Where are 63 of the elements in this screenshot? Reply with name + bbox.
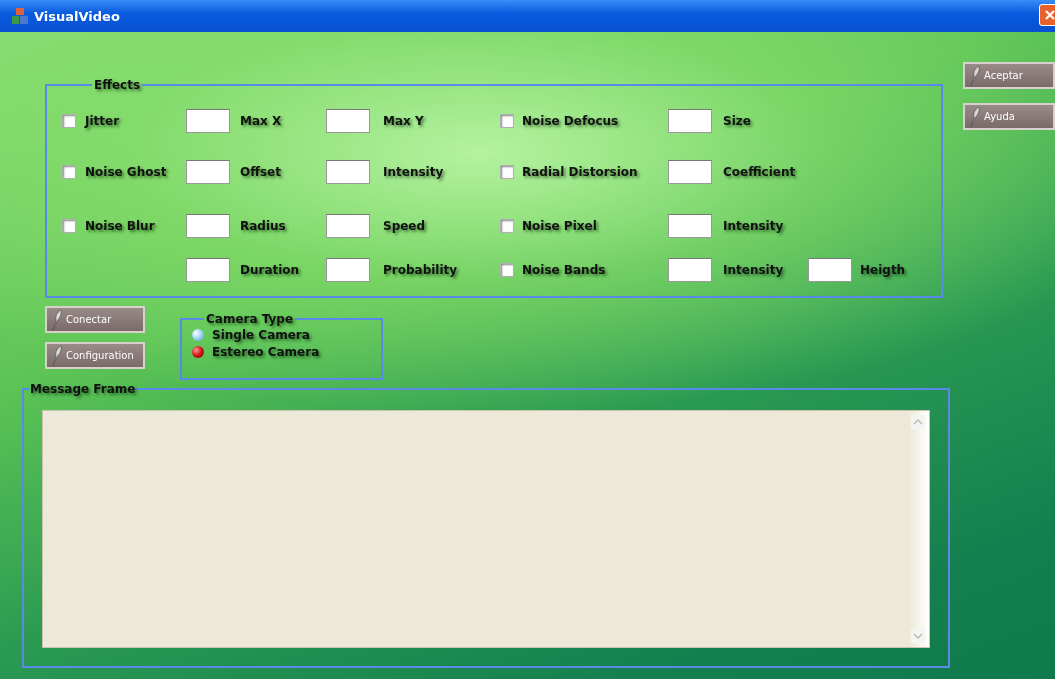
- parameter-label: Coefficient: [723, 165, 797, 179]
- parameter-label: Max Y: [383, 114, 425, 128]
- feather-icon: [969, 106, 981, 127]
- scroll-up-icon[interactable]: [911, 415, 925, 429]
- input-field[interactable]: [326, 160, 370, 184]
- input-field[interactable]: [186, 258, 230, 282]
- close-icon[interactable]: [1044, 9, 1055, 21]
- parameter-label: Heigth: [860, 263, 907, 277]
- scrollbar[interactable]: [909, 411, 929, 647]
- input-field[interactable]: [186, 160, 230, 184]
- input-field[interactable]: [668, 160, 712, 184]
- parameter-label: Probability: [383, 263, 459, 277]
- effect-label: Noise Defocus: [522, 114, 620, 128]
- checkbox[interactable]: [500, 263, 514, 277]
- parameter-label: Intensity: [383, 165, 445, 179]
- feather-icon: [51, 309, 63, 330]
- group-title: Effects: [93, 78, 142, 92]
- effect-label: Noise Blur: [85, 219, 156, 233]
- radio-label: Single Camera: [212, 327, 310, 342]
- action-button[interactable]: Conectar: [45, 306, 145, 333]
- input-field[interactable]: [668, 258, 712, 282]
- parameter-label: Offset: [240, 165, 282, 179]
- checkbox[interactable]: [62, 114, 76, 128]
- input-field[interactable]: [186, 109, 230, 133]
- checkbox[interactable]: [62, 219, 76, 233]
- input-field[interactable]: [668, 109, 712, 133]
- checkbox[interactable]: [500, 114, 514, 128]
- effect-label: Noise Bands: [522, 263, 607, 277]
- window-title: VisualVideo: [34, 8, 120, 24]
- scroll-down-icon[interactable]: [911, 629, 925, 643]
- parameter-label: Speed: [383, 219, 427, 233]
- feather-icon: [969, 65, 981, 86]
- radio-button[interactable]: [192, 345, 204, 358]
- effect-label: Radial Distorsion: [522, 165, 639, 179]
- input-field[interactable]: [326, 258, 370, 282]
- input-field[interactable]: [668, 214, 712, 238]
- parameter-label: Intensity: [723, 263, 785, 277]
- close-button[interactable]: [1039, 4, 1055, 26]
- parameter-label: Max X: [240, 114, 283, 128]
- action-button[interactable]: Configuration: [45, 342, 145, 369]
- message-field[interactable]: [42, 410, 930, 648]
- feather-icon: [51, 345, 63, 366]
- input-field[interactable]: [326, 214, 370, 238]
- parameter-label: Intensity: [723, 219, 785, 233]
- input-field[interactable]: [326, 109, 370, 133]
- effect-label: Noise Ghost: [85, 165, 168, 179]
- radio-button[interactable]: [192, 328, 204, 341]
- app-icon: [12, 8, 28, 24]
- input-field[interactable]: [808, 258, 852, 282]
- checkbox[interactable]: [500, 165, 514, 179]
- input-field[interactable]: [186, 214, 230, 238]
- effect-label: Jitter: [85, 114, 121, 128]
- checkbox[interactable]: [62, 165, 76, 179]
- group-title: Camera Type: [205, 312, 295, 326]
- action-button[interactable]: Aceptar: [963, 62, 1055, 89]
- action-button[interactable]: Ayuda: [963, 103, 1055, 130]
- checkbox[interactable]: [500, 219, 514, 233]
- radio-label: Estereo Camera: [212, 344, 320, 359]
- effect-label: Noise Pixel: [522, 219, 598, 233]
- parameter-label: Size: [723, 114, 752, 128]
- parameter-label: Duration: [240, 263, 301, 277]
- parameter-label: Radius: [240, 219, 287, 233]
- group-title: Message Frame: [30, 382, 136, 396]
